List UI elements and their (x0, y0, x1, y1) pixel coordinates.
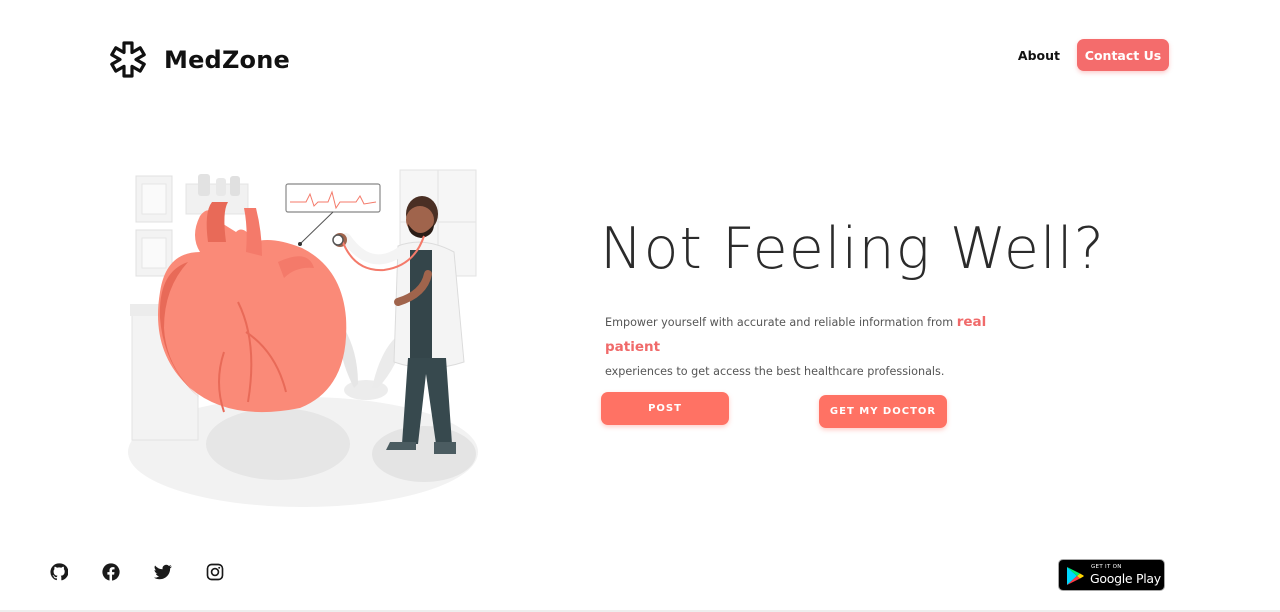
doctor-heart-illustration (128, 162, 480, 507)
logo[interactable]: MedZone (108, 40, 290, 80)
google-play-icon (1067, 567, 1084, 585)
play-badge-small-text: GET IT ON (1091, 564, 1122, 570)
get-my-doctor-button[interactable]: GET MY DOCTOR (819, 395, 947, 428)
play-badge-store-name: Google Play (1090, 571, 1161, 586)
hero-title: Not Feeling Well? (600, 216, 1105, 282)
contact-us-button[interactable]: Contact Us (1077, 39, 1169, 71)
brand-name: MedZone (164, 46, 290, 74)
twitter-icon[interactable] (154, 563, 172, 581)
github-icon[interactable] (50, 563, 68, 581)
google-play-badge[interactable]: GET IT ON Google Play (1058, 559, 1165, 591)
social-links (50, 563, 224, 581)
facebook-icon[interactable] (102, 563, 120, 581)
header: MedZone About Contact Us (0, 0, 1280, 110)
medical-asterisk-icon (108, 40, 148, 80)
top-nav: About Contact Us (1018, 39, 1169, 71)
post-button[interactable]: POST (601, 392, 729, 425)
hero-subtitle: Empower yourself with accurate and relia… (605, 310, 1045, 384)
nav-about-link[interactable]: About (1018, 48, 1060, 63)
subtitle-text-start: Empower yourself with accurate and relia… (605, 316, 954, 329)
instagram-icon[interactable] (206, 563, 224, 581)
subtitle-text-end: experiences to get access the best healt… (605, 365, 945, 378)
